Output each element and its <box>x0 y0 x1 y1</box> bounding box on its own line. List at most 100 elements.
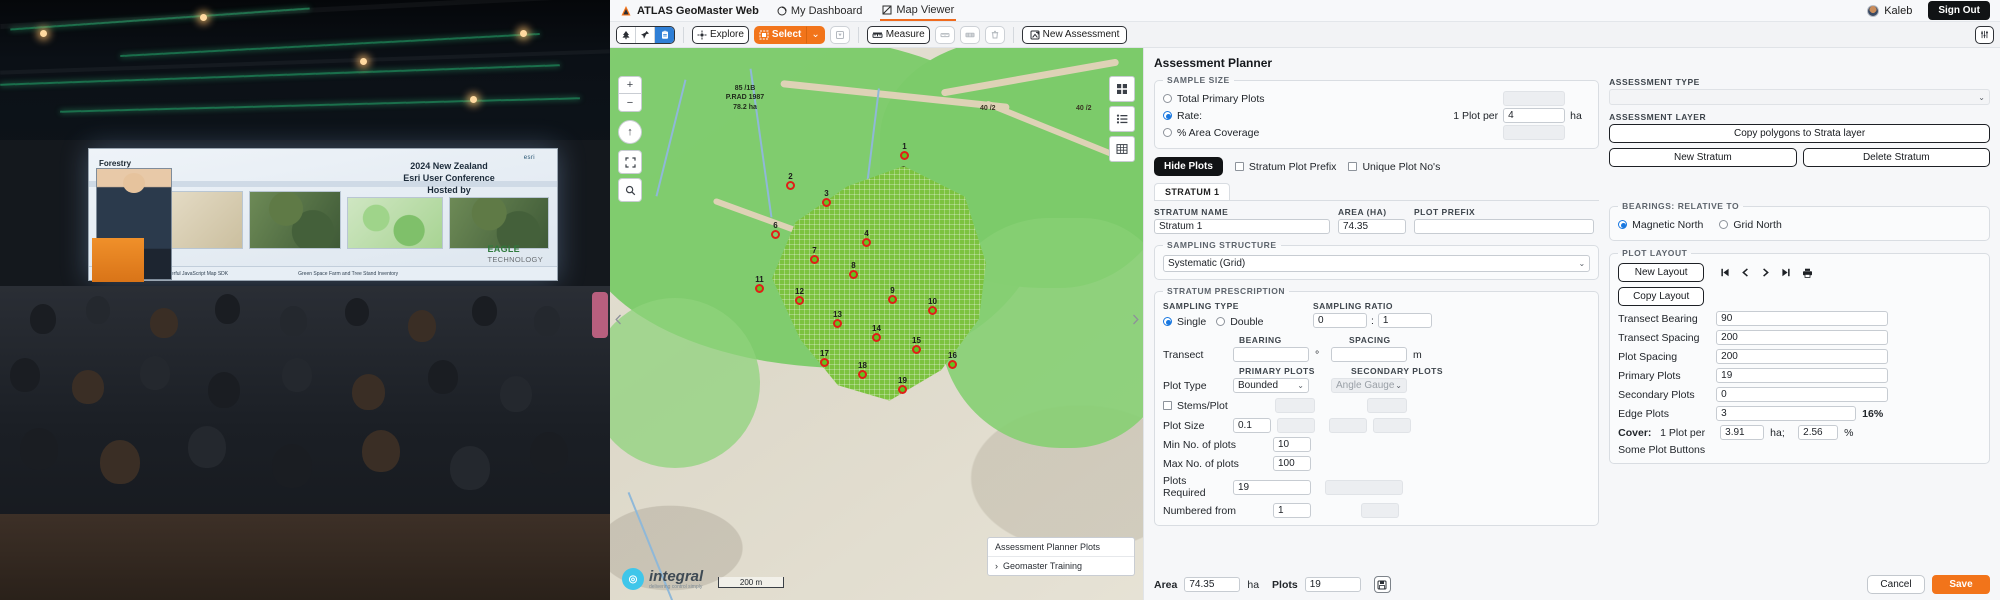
next-icon[interactable] <box>1761 268 1770 277</box>
bearing-grid-north[interactable]: Grid North <box>1719 216 1782 233</box>
stratum-plot-prefix-checkbox[interactable] <box>1234 162 1244 171</box>
select-by-shape-icon[interactable] <box>829 25 850 44</box>
map-canvas[interactable]: 85 /1B P.RAD 1987 78.2 ha 40 /2 40 /2 12… <box>610 48 1143 600</box>
delete-icon[interactable] <box>984 25 1005 44</box>
compass-button[interactable]: ↑ <box>618 120 642 144</box>
transect-spacing-input[interactable] <box>1331 347 1407 362</box>
plot-marker[interactable]: 7 <box>810 246 819 264</box>
cancel-button[interactable]: Cancel <box>1867 575 1925 594</box>
delete-stratum-button[interactable]: Delete Stratum <box>1802 148 1990 167</box>
zoom-in-button[interactable]: + <box>618 76 642 94</box>
fullscreen-icon[interactable] <box>618 150 642 174</box>
save-button[interactable]: Save <box>1932 575 1990 594</box>
plot-marker[interactable]: 19 <box>898 376 907 394</box>
hide-plots-button[interactable]: Hide Plots <box>1154 157 1223 176</box>
plot-marker[interactable]: 8 <box>849 261 858 279</box>
radio-grid-north[interactable] <box>1719 220 1729 229</box>
radio-total-primary-plots[interactable] <box>1163 94 1172 103</box>
footer-plots-input[interactable]: 19 <box>1304 577 1361 592</box>
radio-double[interactable] <box>1216 317 1226 326</box>
map-collapse-right-arrow[interactable] <box>1129 306 1141 332</box>
radio-single[interactable] <box>1163 317 1172 326</box>
clipboard-icon[interactable] <box>655 26 674 43</box>
plot-layout-field-input[interactable]: 200 <box>1716 349 1889 364</box>
plot-marker[interactable]: 12 <box>795 287 804 305</box>
plot-marker[interactable]: 14 <box>872 324 881 342</box>
measure-line-icon[interactable] <box>934 25 955 44</box>
sampling-structure-select[interactable]: Systematic (Grid) ⌄ <box>1163 255 1591 272</box>
select-button[interactable]: Select <box>753 25 807 44</box>
copy-polygons-button[interactable]: Copy polygons to Strata layer <box>1609 124 1990 143</box>
explore-button[interactable]: Explore <box>692 25 749 44</box>
plot-layout-field-input[interactable]: 90 <box>1716 311 1889 326</box>
plot-size-extra-2[interactable] <box>1329 418 1367 433</box>
print-icon[interactable] <box>1802 268 1813 278</box>
plot-marker[interactable]: 9 <box>888 286 897 304</box>
layer-toggle-group[interactable] <box>616 25 675 44</box>
prev-icon[interactable] <box>1741 268 1750 277</box>
user-menu[interactable]: Kaleb <box>1867 4 1912 17</box>
sampling-type-double[interactable]: Double <box>1216 313 1263 330</box>
plot-marker[interactable]: 3 <box>822 189 831 207</box>
plot-marker[interactable]: 4 <box>862 229 871 247</box>
layer-panel-item[interactable]: › Geomaster Training <box>988 556 1134 575</box>
plot-marker[interactable]: 18 <box>858 361 867 379</box>
plot-marker[interactable]: 13 <box>833 310 842 328</box>
measure-area-icon[interactable] <box>959 25 980 44</box>
sample-size-option-rate[interactable]: Rate: 1 Plot per 4 ha <box>1163 107 1590 124</box>
stems-per-plot-checkbox-wrap[interactable]: Stems/Plot <box>1163 397 1228 414</box>
cover-percent-input[interactable]: 2.56 <box>1798 425 1839 440</box>
area-coverage-input[interactable] <box>1503 125 1566 140</box>
map-layer-panel[interactable]: Assessment Planner Plots › Geomaster Tra… <box>987 537 1135 576</box>
footer-area-input[interactable]: 74.35 <box>1184 577 1241 592</box>
tree-icon[interactable] <box>617 26 636 43</box>
plot-marker[interactable]: 15 <box>912 336 921 354</box>
numbered-from-extra[interactable] <box>1361 503 1399 518</box>
new-layout-button[interactable]: New Layout <box>1618 263 1705 282</box>
stems-per-plot-secondary-input[interactable] <box>1367 398 1407 413</box>
stratum-name-input[interactable]: Stratum 1 <box>1154 219 1330 234</box>
bearing-magnetic-north[interactable]: Magnetic North <box>1618 216 1703 233</box>
pin-icon[interactable] <box>636 26 655 43</box>
cover-value-input[interactable]: 3.91 <box>1720 425 1765 440</box>
tab-stratum-1[interactable]: STRATUM 1 <box>1154 183 1231 200</box>
max-plots-input[interactable]: 100 <box>1273 456 1311 471</box>
plots-required-extra[interactable] <box>1325 479 1403 495</box>
sample-size-option-area[interactable]: % Area Coverage <box>1163 124 1590 141</box>
total-primary-plots-input[interactable] <box>1503 91 1566 106</box>
checkbox-unique-plot-nos[interactable]: Unique Plot No's <box>1348 158 1440 175</box>
nav-my-dashboard[interactable]: My Dashboard <box>775 2 865 20</box>
map-collapse-left-arrow[interactable] <box>612 306 624 332</box>
radio-area-coverage[interactable] <box>1163 128 1172 137</box>
sampling-ratio-b-input[interactable]: 1 <box>1377 313 1432 328</box>
measure-button[interactable]: Measure <box>866 25 930 44</box>
app-brand[interactable]: ATLAS GeoMaster Web <box>620 5 759 17</box>
zoom-out-button[interactable]: − <box>618 94 642 112</box>
plot-layout-field-input[interactable]: 0 <box>1716 387 1889 402</box>
new-assessment-button[interactable]: New Assessment <box>1021 25 1128 44</box>
sliders-icon[interactable] <box>1975 25 1994 44</box>
plot-type-primary-select[interactable]: Bounded ⌄ <box>1233 378 1309 393</box>
select-dropdown-caret[interactable]: ⌄ <box>806 25 825 44</box>
plot-prefix-input[interactable] <box>1414 219 1594 234</box>
sampling-ratio-a-input[interactable]: 0 <box>1313 313 1367 328</box>
last-icon[interactable] <box>1781 268 1791 277</box>
legend-icon[interactable] <box>1109 106 1135 132</box>
plot-size-input[interactable]: 0.1 <box>1233 418 1271 433</box>
select-button-group[interactable]: Select ⌄ <box>753 25 825 44</box>
stems-per-plot-primary-input[interactable] <box>1275 398 1315 413</box>
edge-plots-input[interactable]: 3 <box>1716 406 1857 421</box>
plot-size-extra-3[interactable] <box>1373 418 1411 433</box>
plot-marker[interactable]: 11 <box>755 275 764 293</box>
copy-layout-button[interactable]: Copy Layout <box>1618 287 1705 306</box>
nav-map-viewer[interactable]: Map Viewer <box>880 1 957 21</box>
save-icon[interactable] <box>1373 576 1391 593</box>
plot-type-secondary-select[interactable]: Angle Gauge ⌄ <box>1331 378 1407 393</box>
stratum-area-input[interactable]: 74.35 <box>1338 219 1406 234</box>
chevron-right-icon[interactable]: › <box>995 561 998 571</box>
plot-marker[interactable]: 2 <box>786 172 795 190</box>
plot-marker[interactable]: 17 <box>820 349 829 367</box>
stems-per-plot-checkbox[interactable] <box>1163 401 1172 410</box>
sampling-type-single[interactable]: Single <box>1163 313 1206 330</box>
radio-rate[interactable] <box>1163 111 1172 120</box>
